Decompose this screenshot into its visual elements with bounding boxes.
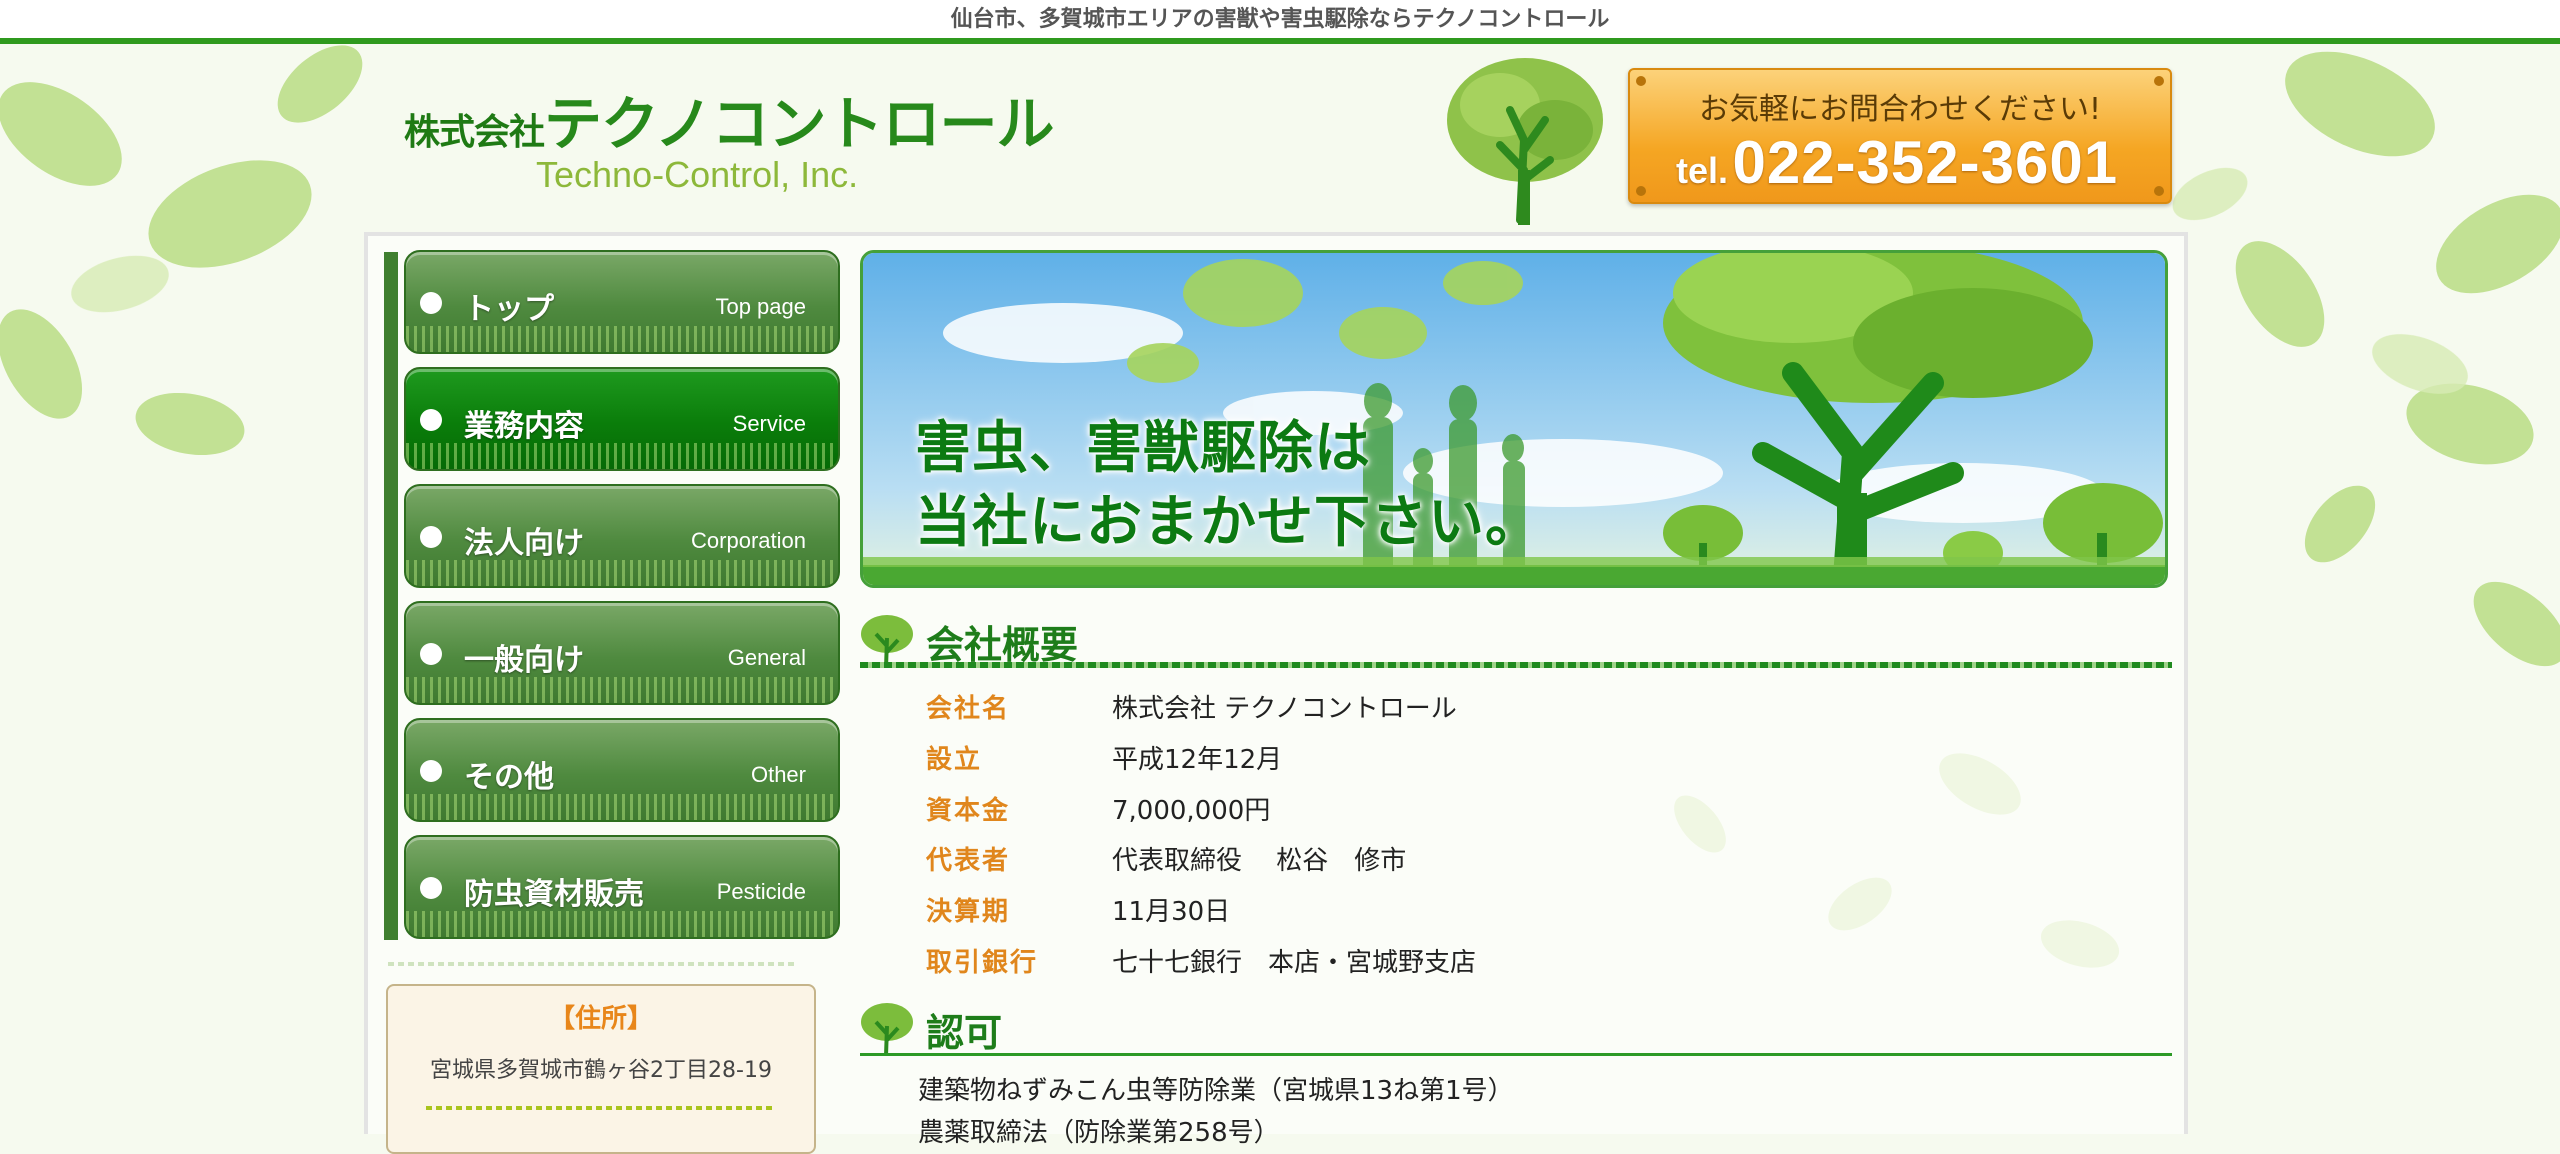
- top-bar: 仙台市、多賀城市エリアの害獣や害虫駆除ならテクノコントロール: [0, 0, 2560, 44]
- nav-label: 一般向け: [464, 643, 584, 678]
- info-label: 代表者: [926, 846, 1011, 876]
- section-rule: [860, 1053, 2172, 1056]
- contact-message: お気軽にお問合わせください!: [1698, 92, 2102, 127]
- logo-english: Techno-Control, Inc.: [536, 154, 859, 195]
- nav-item-other[interactable]: その他 Other: [404, 718, 840, 822]
- bullet-icon: [420, 760, 442, 782]
- rivet-icon: [1636, 186, 1646, 196]
- nav-label: トップ: [464, 292, 554, 327]
- banner-headline-2: 当社におまかせ下さい。: [915, 490, 1542, 555]
- address-text: 宮城県多賀城市鶴ヶ谷2丁目28-19: [430, 1058, 772, 1083]
- site-tagline: 仙台市、多賀城市エリアの害獣や害虫駆除ならテクノコントロール: [950, 7, 1610, 32]
- section-rule: [860, 662, 2172, 668]
- company-section-header: 会社概要: [860, 608, 2172, 668]
- permit-line: 建築物ねずみこん虫等防除業（宮城県13ね第1号）: [918, 1076, 1514, 1106]
- nav-label: 業務内容: [464, 409, 584, 444]
- nav-item-general[interactable]: 一般向け General: [404, 601, 840, 705]
- info-label: 会社名: [926, 694, 1011, 724]
- info-label: 取引銀行: [926, 948, 1039, 978]
- bullet-icon: [420, 643, 442, 665]
- tree-icon: [1447, 58, 1603, 225]
- nav-item-pesticide[interactable]: 防虫資材販売 Pesticide: [404, 835, 840, 939]
- banner-headline-1: 害虫、害獣駆除は: [915, 416, 1371, 481]
- info-value: 代表取締役 松谷 修市: [1112, 846, 1407, 876]
- bullet-icon: [420, 292, 442, 314]
- info-label: 資本金: [926, 796, 1011, 826]
- bullet-icon: [420, 409, 442, 431]
- phone-digits: 022-352-3601: [1732, 129, 2119, 196]
- info-value: 平成12年12月: [1112, 745, 1283, 775]
- nav-sublabel: Corporation: [691, 528, 806, 553]
- info-value: 七十七銀行 本店・宮城野支店: [1112, 948, 1477, 978]
- phone-prefix: tel.: [1676, 150, 1729, 191]
- bullet-icon: [420, 877, 442, 899]
- nav-divider: [388, 962, 798, 966]
- nav-sublabel: Pesticide: [716, 879, 806, 904]
- nav-label: その他: [464, 760, 554, 795]
- nav-label: 防虫資材販売: [464, 877, 644, 912]
- logo-prefix: 株式会社: [404, 112, 545, 153]
- nav-label: 法人向け: [464, 526, 584, 561]
- info-value: 株式会社 テクノコントロール: [1112, 694, 1457, 724]
- nav-sublabel: Top page: [715, 294, 806, 319]
- bullet-icon: [420, 526, 442, 548]
- info-value: 7,000,000円: [1112, 796, 1271, 826]
- tree-icon: [861, 615, 913, 668]
- company-title: 会社概要: [926, 623, 1079, 667]
- logo-name: テクノコントロール: [544, 90, 1055, 158]
- site-logo[interactable]: 株式会社テクノコントロール Techno-Control, Inc.: [404, 92, 1055, 202]
- permit-section-header: 認可: [860, 996, 2172, 1056]
- address-box: 【住所】 宮城県多賀城市鶴ヶ谷2丁目28-19: [386, 984, 816, 1154]
- nav-item-corporation[interactable]: 法人向け Corporation: [404, 484, 840, 588]
- info-value: 11月30日: [1112, 897, 1231, 927]
- permit-line: 農薬取締法（防除業第258号）: [918, 1118, 1280, 1148]
- contact-box[interactable]: お気軽にお問合わせください! tel. 022-352-3601: [1628, 68, 2172, 204]
- phone-number[interactable]: tel. 022-352-3601: [1676, 128, 2118, 197]
- address-title: 【住所】: [548, 1004, 653, 1034]
- nav-item-top[interactable]: トップ Top page: [404, 250, 840, 354]
- permit-title: 認可: [926, 1011, 1003, 1055]
- nav-sublabel: General: [727, 645, 806, 670]
- tree-icon: [861, 1003, 913, 1056]
- info-label: 決算期: [926, 897, 1011, 927]
- address-divider: [426, 1106, 776, 1110]
- nav-item-service[interactable]: 業務内容 Service: [404, 367, 840, 471]
- nav-rail: [384, 252, 398, 940]
- info-label: 設立: [926, 745, 983, 775]
- nav-sublabel: Service: [732, 411, 806, 436]
- hero-banner: 害虫、害獣駆除は 当社におまかせ下さい。: [860, 250, 2168, 588]
- nav-sublabel: Other: [750, 762, 806, 787]
- rivet-icon: [2154, 186, 2164, 196]
